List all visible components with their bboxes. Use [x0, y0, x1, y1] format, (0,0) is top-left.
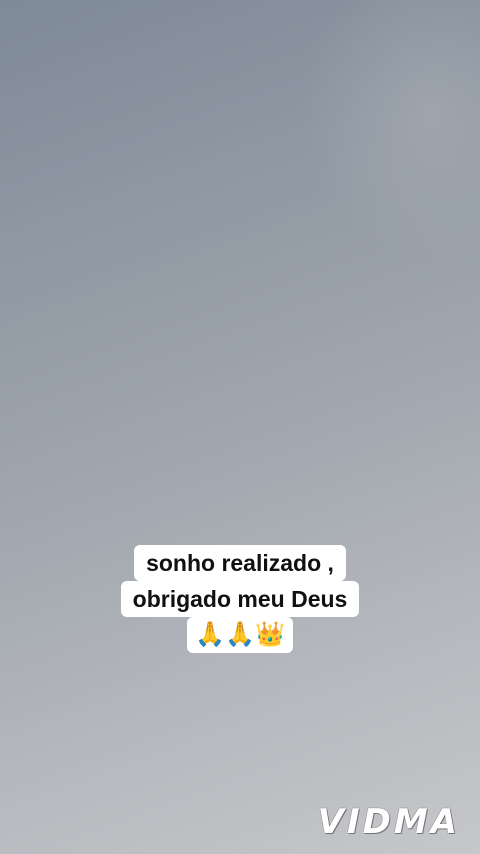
crown-icon: 👑	[255, 621, 285, 648]
caption-line-2: obrigado meu Deus	[120, 581, 360, 617]
caption-emoji-line: 🙏🙏👑	[187, 617, 293, 653]
praying-hands-icon: 🙏	[195, 621, 225, 648]
caption-overlay: sonho realizado , obrigado meu Deus 🙏🙏👑	[0, 545, 480, 653]
vidma-watermark: VIDMA	[317, 802, 460, 842]
sky-highlight	[300, 0, 480, 260]
praying-hands-icon: 🙏	[225, 621, 255, 648]
caption-line-1: sonho realizado ,	[134, 545, 346, 581]
video-frame: sonho realizado , obrigado meu Deus 🙏🙏👑 …	[0, 0, 480, 854]
